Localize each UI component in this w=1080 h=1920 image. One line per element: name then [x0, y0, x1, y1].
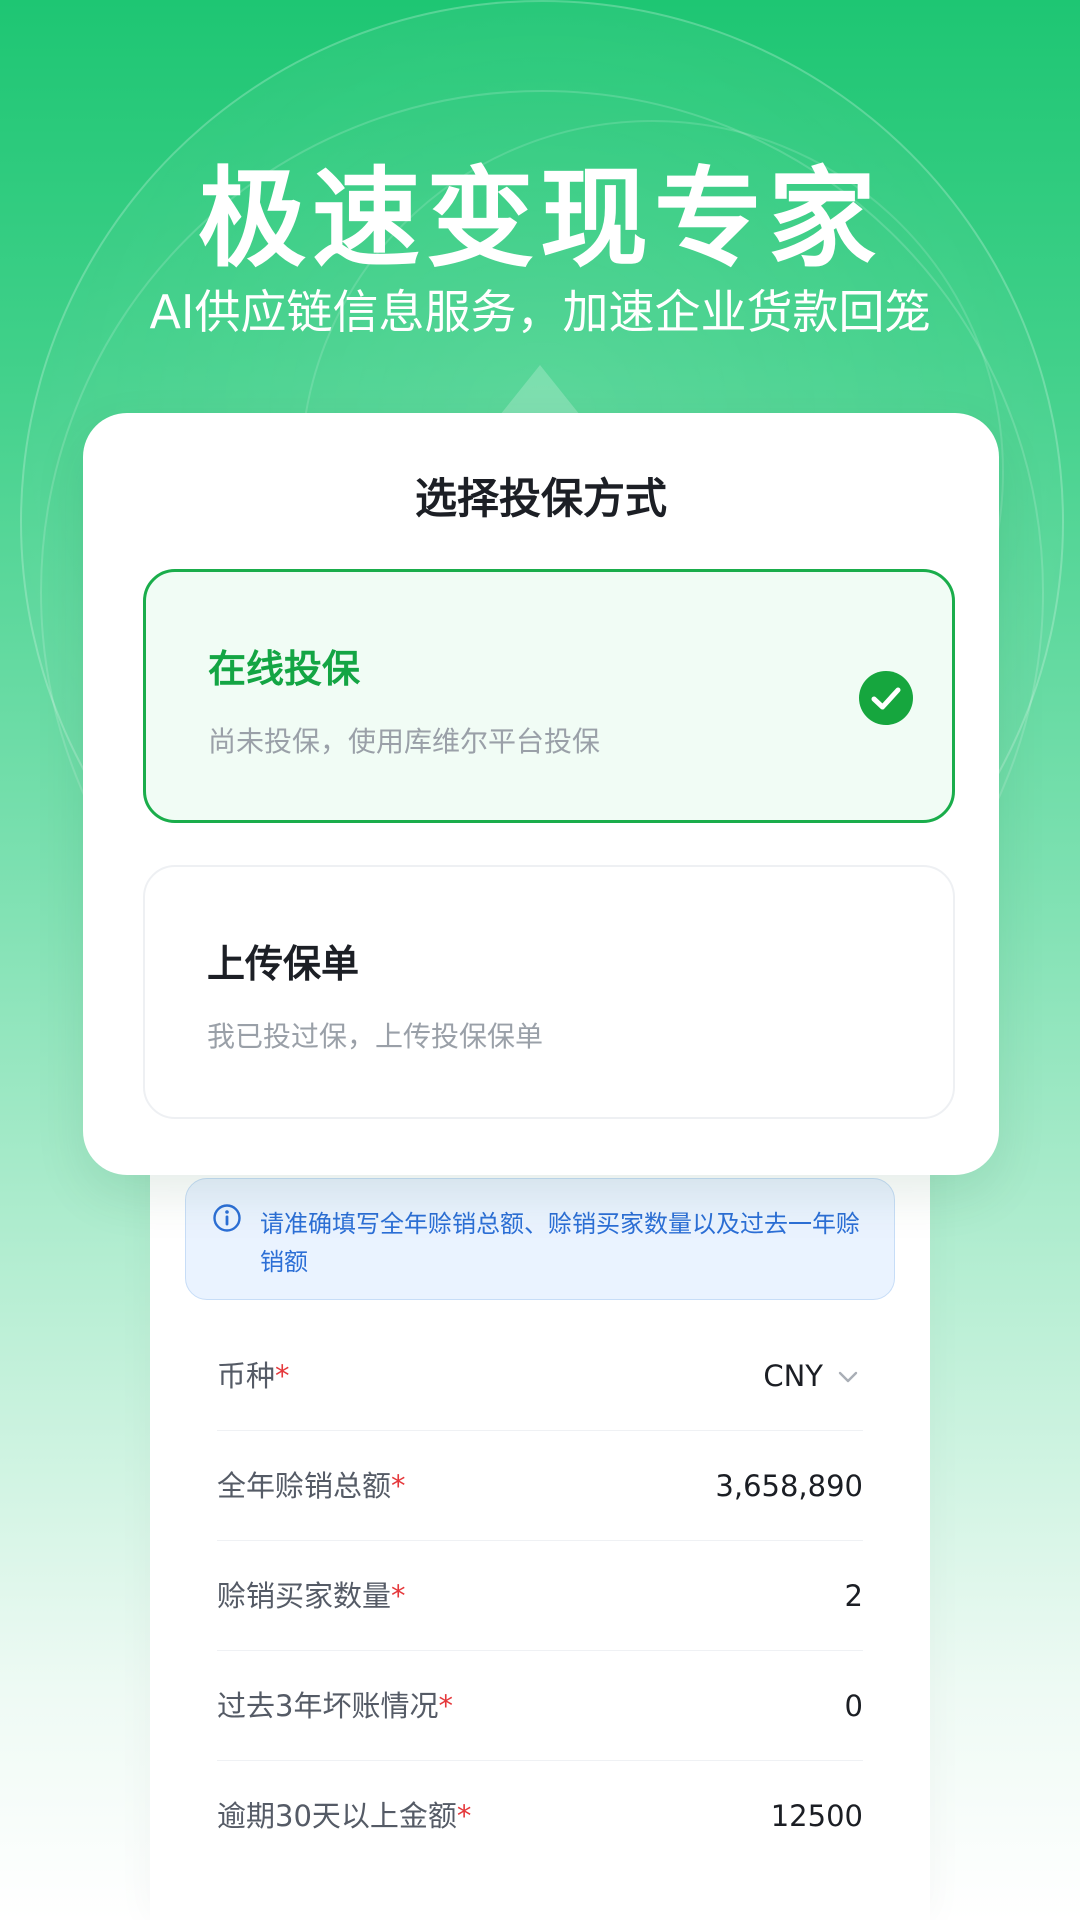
chevron-down-icon[interactable]	[837, 1366, 859, 1388]
currency-select-value[interactable]: CNY	[763, 1356, 823, 1396]
info-notice: 请准确填写全年赊销总额、赊销买家数量以及过去一年赊销额	[185, 1178, 895, 1300]
form-label: 赊销买家数量*	[217, 1579, 406, 1613]
buyer-count-input[interactable]: 2	[845, 1576, 863, 1616]
overdue-amount-input[interactable]: 12500	[771, 1796, 863, 1836]
info-icon	[213, 1204, 241, 1232]
annual-credit-sales-input[interactable]: 3,658,890	[715, 1466, 863, 1506]
required-mark: *	[456, 1799, 472, 1833]
option-title: 在线投保	[208, 647, 361, 691]
insurance-form: 币种* CNY 全年赊销总额* 3,658,890 赊销买家数量* 2 过去3年…	[185, 1320, 895, 1920]
option-description: 尚未投保，使用库维尔平台投保	[208, 725, 601, 758]
dialog-title: 选择投保方式	[414, 474, 667, 523]
required-mark: *	[391, 1469, 406, 1503]
required-mark: *	[275, 1359, 290, 1393]
hero-subtitle: AI供应链信息服务，加速企业货款回笼	[149, 285, 931, 339]
form-row-currency[interactable]: 币种* CNY	[217, 1320, 863, 1431]
check-circle-icon	[859, 671, 913, 725]
background-arrow-shape	[500, 365, 580, 415]
option-upload-policy[interactable]: 上传保单 我已投过保，上传投保保单	[143, 865, 955, 1119]
form-row-overdue-amount[interactable]: 逾期30天以上金额* 12500	[217, 1760, 863, 1870]
form-row-bad-debt[interactable]: 过去3年坏账情况* 0	[217, 1650, 863, 1761]
form-label: 全年赊销总额*	[217, 1469, 406, 1503]
option-online-insurance[interactable]: 在线投保 尚未投保，使用库维尔平台投保	[143, 569, 955, 823]
option-description: 我已投过保，上传投保保单	[207, 1020, 544, 1053]
notice-text: 请准确填写全年赊销总额、赊销买家数量以及过去一年赊销额	[260, 1210, 860, 1276]
form-label: 逾期30天以上金额*	[217, 1799, 472, 1833]
option-title: 上传保单	[207, 942, 360, 986]
insurance-method-dialog: 选择投保方式 在线投保 尚未投保，使用库维尔平台投保 上传保单 我已投过保，上传…	[83, 413, 999, 1175]
required-mark: *	[438, 1689, 453, 1723]
form-row-buyer-count[interactable]: 赊销买家数量* 2	[217, 1540, 863, 1651]
required-mark: *	[391, 1579, 406, 1613]
bad-debt-input[interactable]: 0	[845, 1686, 863, 1726]
form-row-annual-credit-sales[interactable]: 全年赊销总额* 3,658,890	[217, 1430, 863, 1541]
form-label: 过去3年坏账情况*	[217, 1689, 453, 1723]
form-label: 币种*	[217, 1359, 290, 1393]
hero-title: 极速变现专家	[197, 157, 882, 282]
